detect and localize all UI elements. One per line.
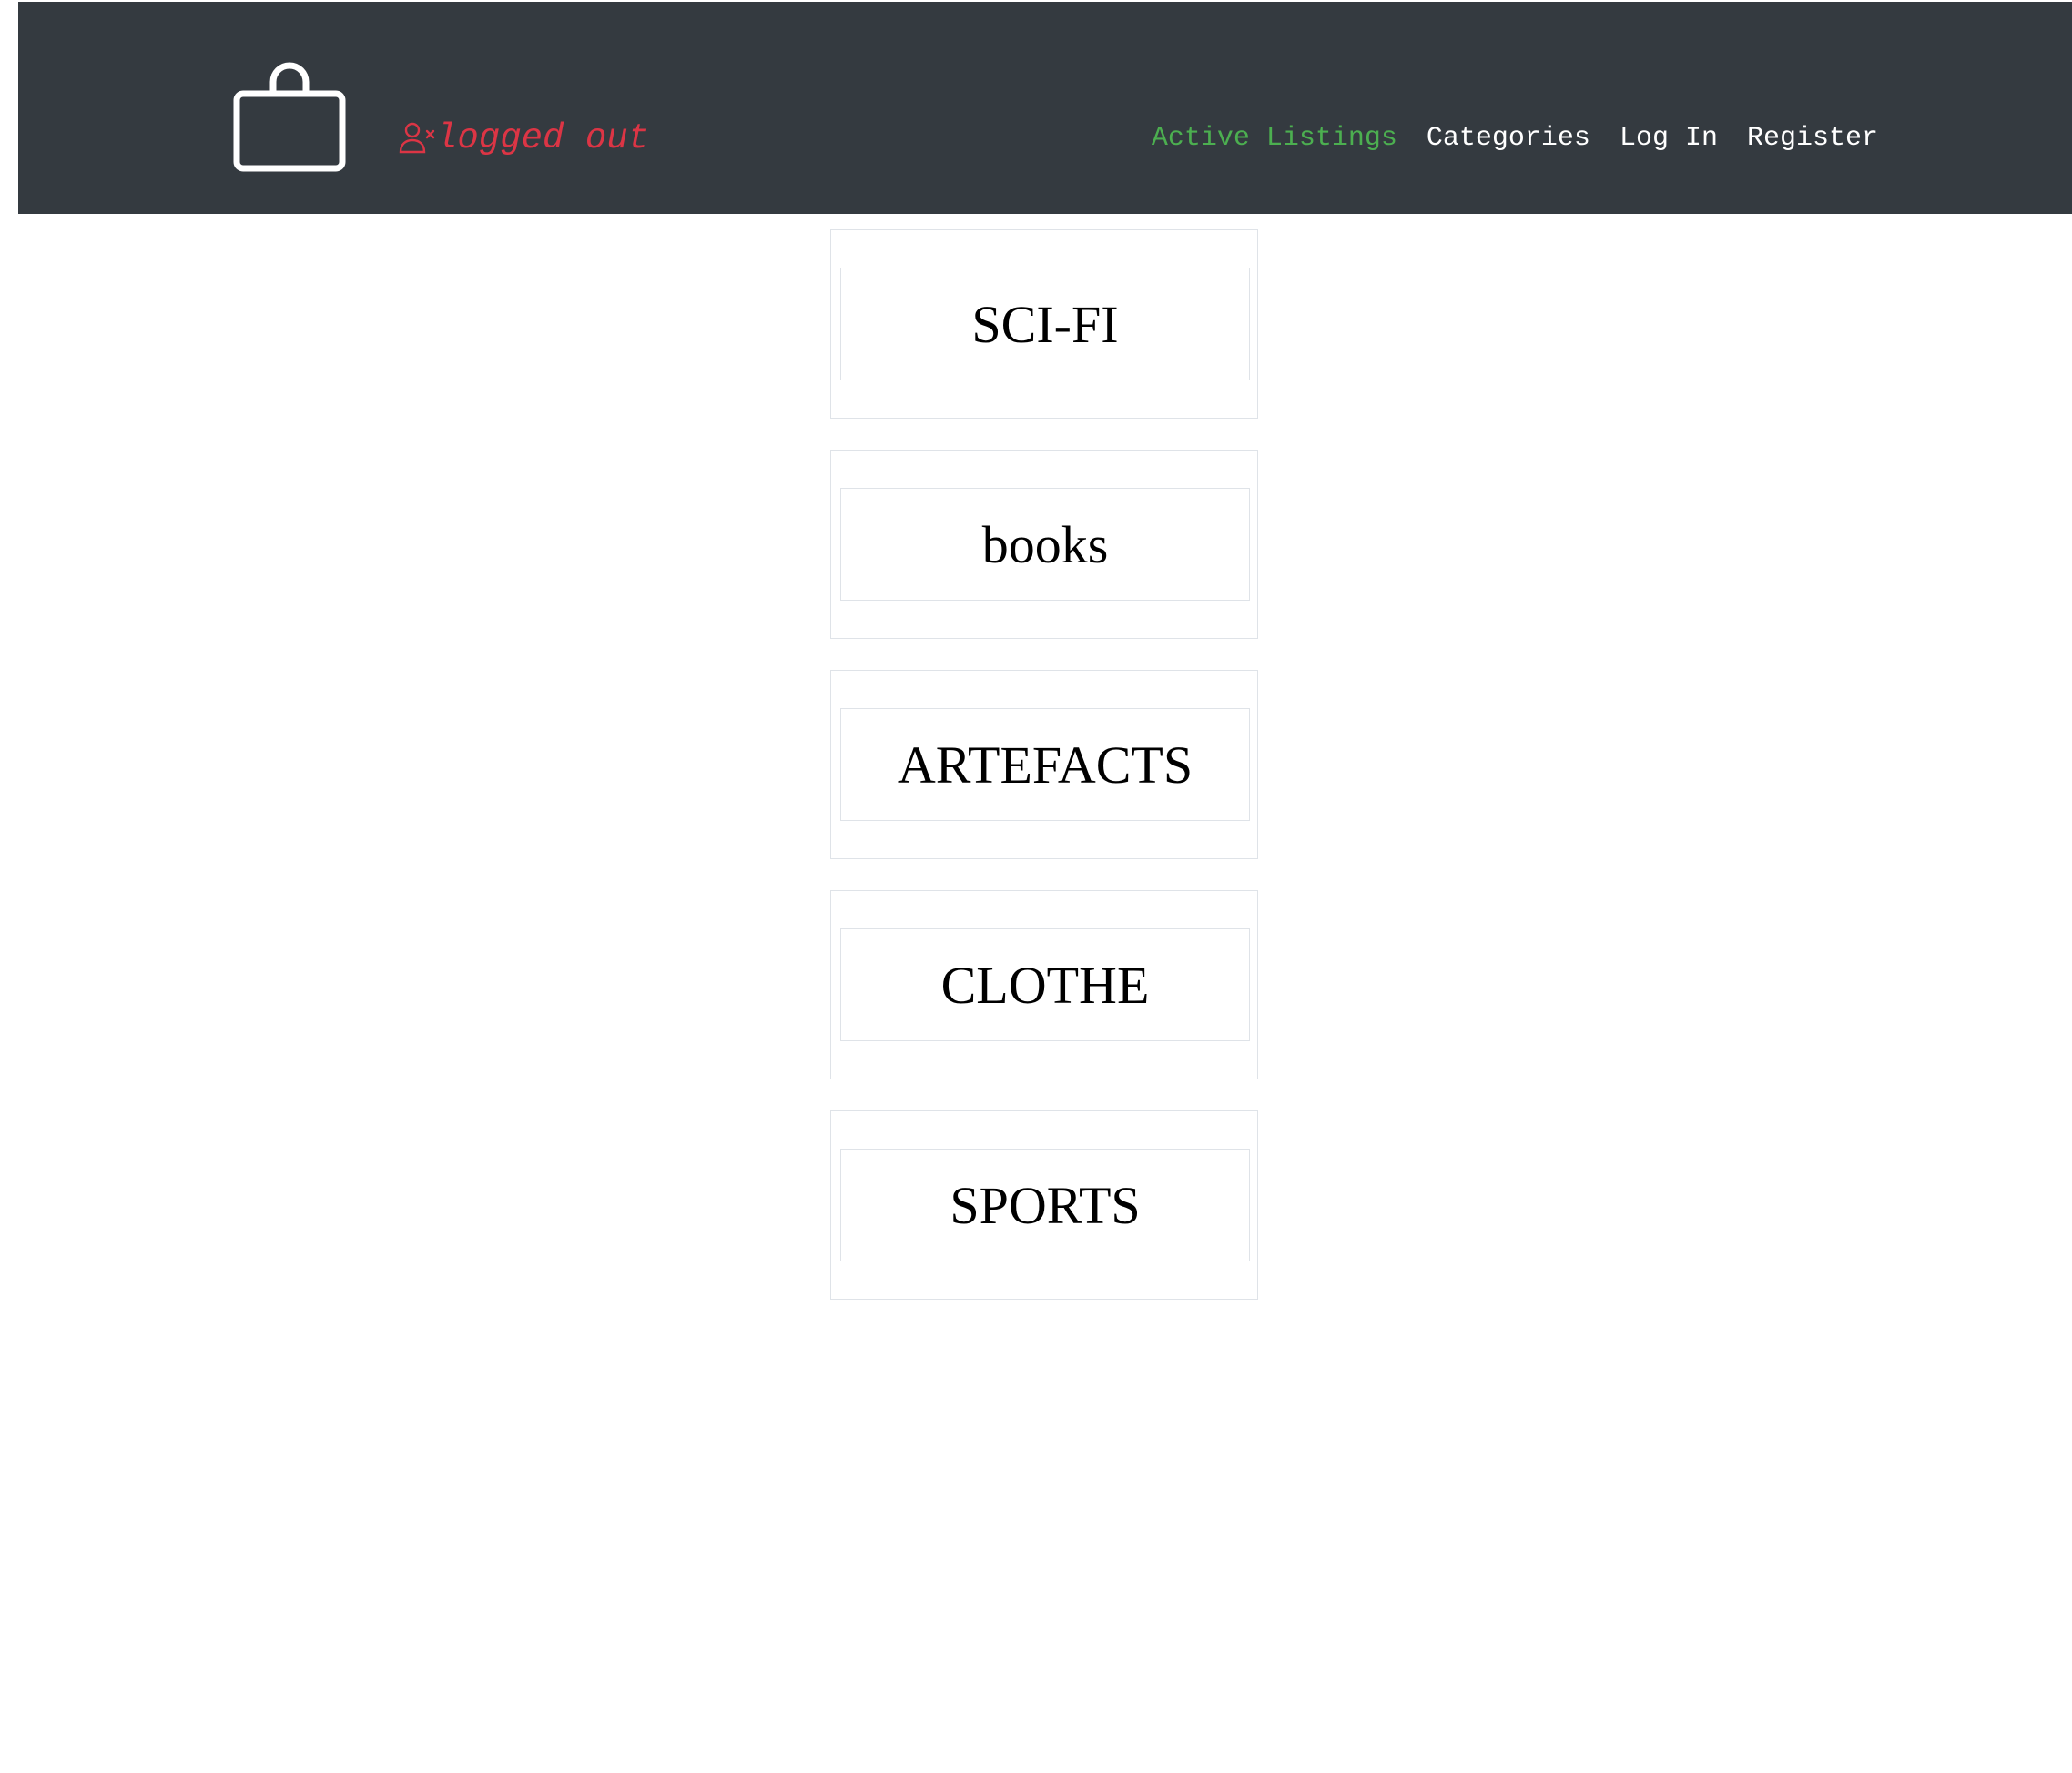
nav-register[interactable]: Register: [1747, 111, 1878, 166]
category-link-sci-fi[interactable]: SCI-FI: [840, 268, 1250, 380]
nav-active-listings[interactable]: Active Listings: [1152, 111, 1397, 166]
category-label: CLOTHE: [940, 955, 1150, 1015]
category-link-artefacts[interactable]: ARTEFACTS: [840, 708, 1250, 821]
category-link-books[interactable]: books: [840, 488, 1250, 601]
category-label: SCI-FI: [971, 294, 1119, 354]
category-label: books: [981, 514, 1109, 574]
shopping-bag-icon[interactable]: [229, 55, 350, 175]
nav-categories[interactable]: Categories: [1427, 111, 1590, 166]
nav-links: Active Listings Categories Log In Regist…: [1152, 111, 1878, 166]
login-status: logged out: [398, 111, 649, 166]
category-list: SCI-FI books ARTEFACTS CLOTHE SPORTS: [830, 229, 1260, 1331]
nav-log-in[interactable]: Log In: [1620, 111, 1718, 166]
user-x-icon: [398, 121, 436, 156]
category-card: ARTEFACTS: [830, 670, 1258, 859]
category-card: books: [830, 450, 1258, 639]
category-card: SCI-FI: [830, 229, 1258, 419]
category-card: SPORTS: [830, 1110, 1258, 1300]
category-link-clothe[interactable]: CLOTHE: [840, 928, 1250, 1041]
category-label: ARTEFACTS: [897, 735, 1193, 795]
category-label: SPORTS: [950, 1175, 1141, 1235]
category-link-sports[interactable]: SPORTS: [840, 1149, 1250, 1261]
login-status-text: logged out: [436, 118, 650, 158]
category-card: CLOTHE: [830, 890, 1258, 1079]
navbar: logged out Active Listings Categories Lo…: [18, 2, 2072, 214]
